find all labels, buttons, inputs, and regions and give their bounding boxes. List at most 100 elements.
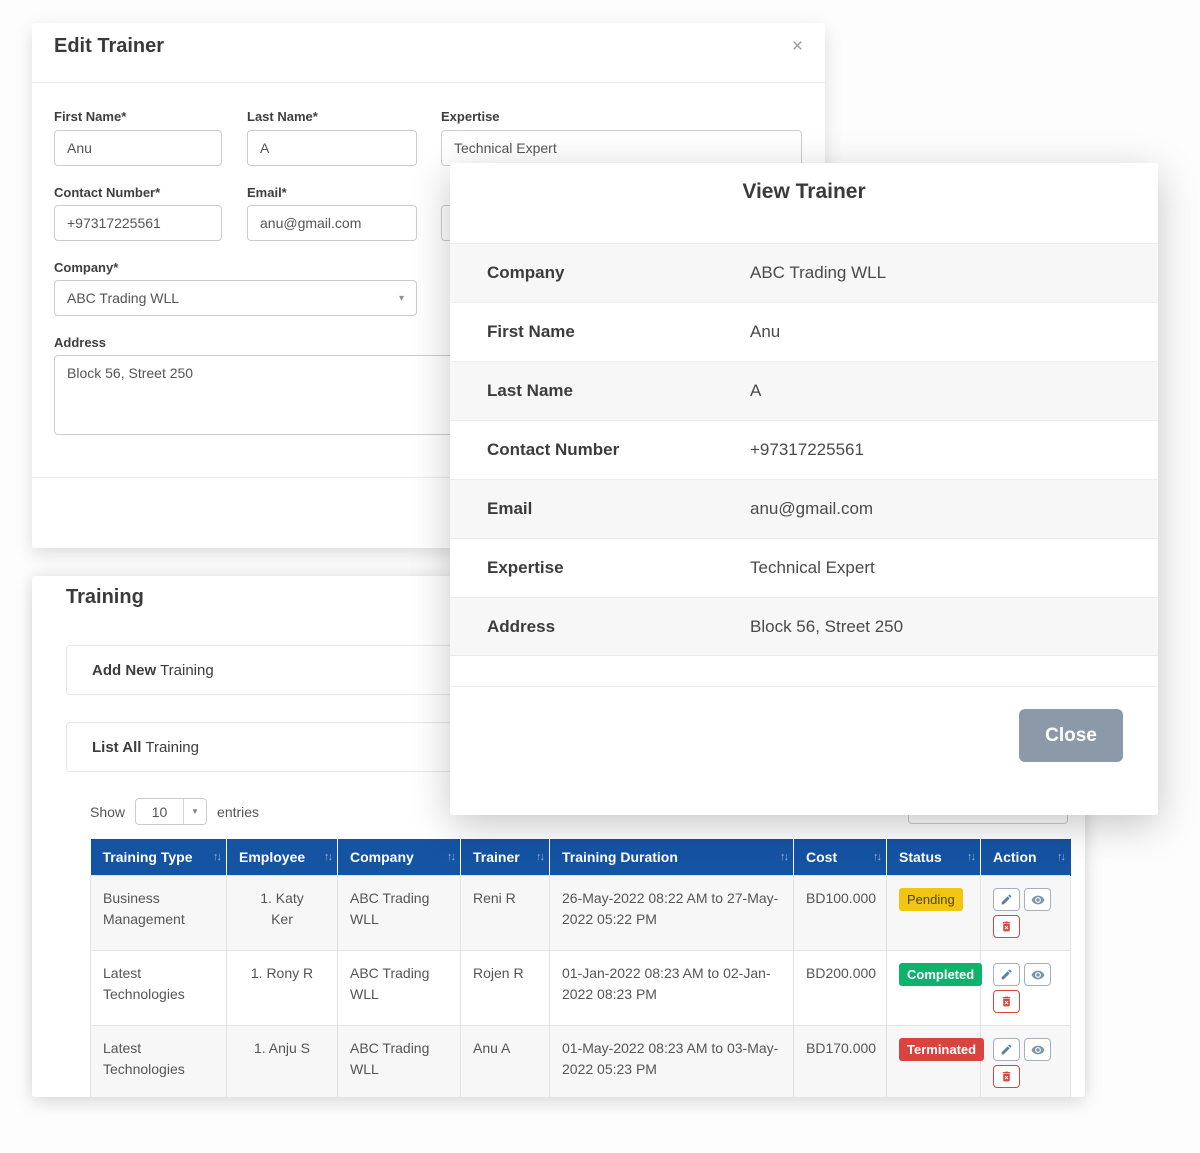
col-header-cost[interactable]: Cost↑↓ — [794, 839, 887, 876]
eye-icon — [1031, 1043, 1045, 1057]
cell-trainer: Rojen R — [461, 951, 550, 1026]
col-header-status[interactable]: Status↑↓ — [887, 839, 981, 876]
contact-number-field[interactable] — [54, 205, 222, 241]
sort-icon[interactable]: ↑↓ — [536, 851, 543, 863]
table-row: Latest Technologies 1. Rony R ABC Tradin… — [91, 951, 1071, 1026]
training-page-title: Training — [66, 586, 144, 609]
chevron-down-icon: ▾ — [183, 799, 206, 824]
company-select-value: ABC Trading WLL — [67, 290, 179, 306]
cell-trainer: Reni R — [461, 876, 550, 951]
page-size-value: 10 — [136, 804, 183, 820]
cell-duration: 26-May-2022 08:22 AM to 27-May-2022 05:2… — [550, 876, 794, 951]
status-badge: Terminated — [899, 1038, 984, 1061]
status-badge: Completed — [899, 963, 982, 986]
close-icon[interactable]: × — [792, 37, 803, 56]
sort-icon[interactable]: ↑↓ — [324, 851, 331, 863]
expertise-label: Expertise — [441, 109, 500, 124]
view-button[interactable] — [1024, 1038, 1051, 1061]
cell-cost: BD100.000 — [794, 876, 887, 951]
show-label: Show — [90, 804, 125, 820]
view-trainer-modal: View Trainer Company ABC Trading WLL Fir… — [450, 163, 1158, 815]
pencil-icon — [1000, 1043, 1013, 1056]
footer-divider — [450, 686, 1158, 687]
email-field[interactable] — [247, 205, 417, 241]
table-row: Latest Technologies 1. Anju S ABC Tradin… — [91, 1026, 1071, 1098]
company-select[interactable]: ABC Trading WLL ▾ — [54, 280, 417, 316]
cell-status: Terminated — [887, 1026, 981, 1098]
add-new-label: Add New — [92, 662, 156, 679]
first-name-label: First Name* — [54, 109, 126, 124]
trainer-details-list: Company ABC Trading WLL First Name Anu L… — [450, 243, 1158, 656]
cell-training-type: Latest Technologies — [91, 1026, 227, 1098]
detail-row-address: Address Block 56, Street 250 — [450, 597, 1158, 656]
cell-company: ABC Trading WLL — [338, 876, 461, 951]
address-label: Address — [54, 335, 106, 350]
status-badge: Pending — [899, 888, 963, 911]
cell-action — [981, 1026, 1071, 1098]
add-new-label-rest: Training — [156, 662, 214, 679]
close-button[interactable]: Close — [1019, 709, 1123, 762]
detail-row-last-name: Last Name A — [450, 361, 1158, 420]
detail-row-first-name: First Name Anu — [450, 302, 1158, 361]
col-header-employee[interactable]: Employee↑↓ — [227, 839, 338, 876]
cell-company: ABC Trading WLL — [338, 951, 461, 1026]
col-header-company[interactable]: Company↑↓ — [338, 839, 461, 876]
sort-icon[interactable]: ↑↓ — [873, 851, 880, 863]
cell-cost: BD170.000 — [794, 1026, 887, 1098]
cell-training-type: Latest Technologies — [91, 951, 227, 1026]
page-size-select[interactable]: 10 ▾ — [135, 798, 207, 825]
delete-button[interactable] — [993, 1065, 1020, 1088]
training-table: Training Type↑↓ Employee↑↓ Company↑↓ Tra… — [90, 839, 1071, 1097]
last-name-field[interactable] — [247, 130, 417, 166]
chevron-down-icon: ▾ — [399, 293, 404, 304]
eye-icon — [1031, 893, 1045, 907]
trash-icon — [1000, 920, 1013, 933]
list-all-label-rest: Training — [141, 739, 199, 756]
cell-status: Completed — [887, 951, 981, 1026]
expertise-field[interactable] — [441, 130, 802, 166]
view-trainer-title: View Trainer — [450, 180, 1158, 204]
delete-button[interactable] — [993, 990, 1020, 1013]
cell-action — [981, 876, 1071, 951]
col-header-action[interactable]: Action↑↓ — [981, 839, 1071, 876]
sort-icon[interactable]: ↑↓ — [1057, 851, 1064, 863]
detail-row-company: Company ABC Trading WLL — [450, 243, 1158, 302]
company-label: Company* — [54, 260, 118, 275]
email-label: Email* — [247, 185, 287, 200]
first-name-field[interactable] — [54, 130, 222, 166]
last-name-label: Last Name* — [247, 109, 318, 124]
cell-employee: 1. Anju S — [227, 1026, 338, 1098]
pencil-icon — [1000, 968, 1013, 981]
view-button[interactable] — [1024, 888, 1051, 911]
sort-icon[interactable]: ↑↓ — [447, 851, 454, 863]
detail-row-contact-number: Contact Number +97317225561 — [450, 420, 1158, 479]
contact-number-label: Contact Number* — [54, 185, 160, 200]
detail-row-email: Email anu@gmail.com — [450, 479, 1158, 538]
edit-trainer-title: Edit Trainer — [54, 35, 164, 58]
cell-employee: 1. Katy Ker — [227, 876, 338, 951]
entries-label: entries — [217, 804, 259, 820]
edit-button[interactable] — [993, 963, 1020, 986]
col-header-training-type[interactable]: Training Type↑↓ — [91, 839, 227, 876]
delete-button[interactable] — [993, 915, 1020, 938]
page-length-control: Show 10 ▾ entries — [90, 798, 259, 825]
detail-row-expertise: Expertise Technical Expert — [450, 538, 1158, 597]
sort-icon[interactable]: ↑↓ — [213, 851, 220, 863]
col-header-duration[interactable]: Training Duration↑↓ — [550, 839, 794, 876]
sort-icon[interactable]: ↑↓ — [967, 851, 974, 863]
trash-icon — [1000, 1070, 1013, 1083]
cell-duration: 01-Jan-2022 08:23 AM to 02-Jan-2022 08:2… — [550, 951, 794, 1026]
view-button[interactable] — [1024, 963, 1051, 986]
cell-training-type: Business Management — [91, 876, 227, 951]
edit-button[interactable] — [993, 888, 1020, 911]
cell-status: Pending — [887, 876, 981, 951]
edit-button[interactable] — [993, 1038, 1020, 1061]
header-divider — [32, 82, 825, 83]
cell-action — [981, 951, 1071, 1026]
cell-trainer: Anu A — [461, 1026, 550, 1098]
cell-company: ABC Trading WLL — [338, 1026, 461, 1098]
sort-icon[interactable]: ↑↓ — [780, 851, 787, 863]
table-row: Business Management 1. Katy Ker ABC Trad… — [91, 876, 1071, 951]
table-header-row: Training Type↑↓ Employee↑↓ Company↑↓ Tra… — [91, 839, 1071, 876]
col-header-trainer[interactable]: Trainer↑↓ — [461, 839, 550, 876]
